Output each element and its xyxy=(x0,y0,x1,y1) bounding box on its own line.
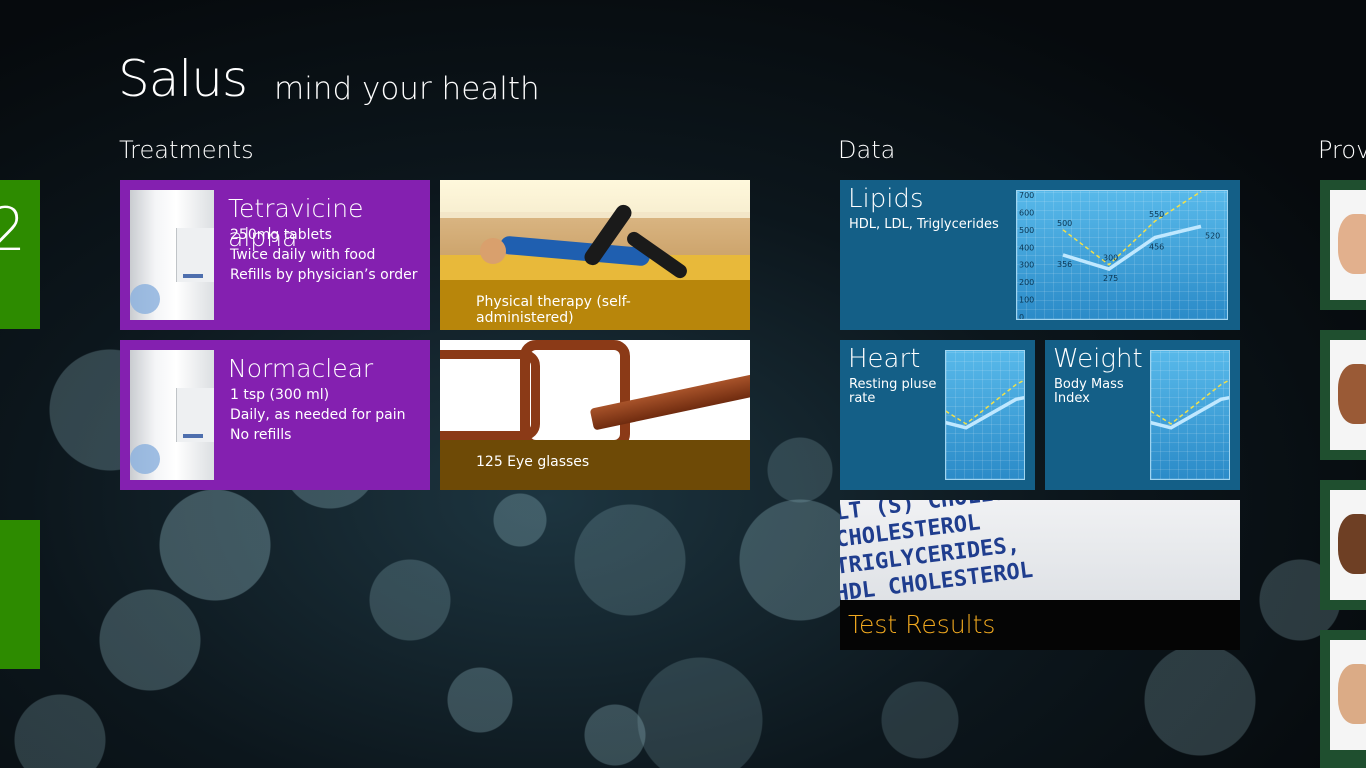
medication-schedule: Twice daily with food xyxy=(230,247,376,263)
medication-refills: No refills xyxy=(230,427,292,443)
eye-glasses-image xyxy=(440,340,750,450)
physical-therapy-caption: Physical therapy (self-administered) xyxy=(440,280,750,330)
provider-tile-3[interactable] xyxy=(1320,480,1366,610)
test-results-image: LT (S) CHOLESTERO CHOLESTEROL TRIGLYCERI… xyxy=(840,500,1240,600)
weight-chart xyxy=(1150,350,1230,480)
y-tick-label: 200 xyxy=(1019,278,1034,287)
medication-schedule: Daily, as needed for pain xyxy=(230,407,406,423)
data-tile-heart[interactable]: Heart Resting pluse rate xyxy=(840,340,1035,490)
y-tick-label: 400 xyxy=(1019,243,1034,252)
series-line-1 xyxy=(1062,224,1202,271)
data-tile-lipids[interactable]: Lipids HDL, LDL, Triglycerides 0 100 200 30… xyxy=(840,180,1240,330)
data-tile-detail: Resting pluse rate xyxy=(849,377,937,406)
y-tick-label: 500 xyxy=(1019,226,1034,235)
provider-photo xyxy=(1330,640,1366,750)
medication-refills: Refills by physician’s order xyxy=(230,267,418,283)
offscreen-tile[interactable]: 2 xyxy=(0,180,40,329)
y-tick-label: 600 xyxy=(1019,208,1034,217)
group-header-data[interactable]: Data xyxy=(838,136,895,164)
provider-photo xyxy=(1330,490,1366,600)
provider-photo xyxy=(1330,340,1366,450)
mini-series-line-1 xyxy=(1151,395,1229,430)
provider-tile-4[interactable] xyxy=(1320,630,1366,768)
data-label: 356 xyxy=(1057,260,1072,269)
y-tick-label: 100 xyxy=(1019,296,1034,305)
medication-dose: 1 tsp (300 ml) xyxy=(230,387,330,403)
medication-name: Normaclear xyxy=(228,354,374,383)
mini-series-line-2 xyxy=(1151,379,1229,425)
app-subtitle: mind your health xyxy=(274,71,540,107)
data-tile-weight[interactable]: Weight Body Mass Index xyxy=(1045,340,1240,490)
data-tile-test-results[interactable]: LT (S) CHOLESTERO CHOLESTEROL TRIGLYCERI… xyxy=(840,500,1240,650)
offscreen-tile-2[interactable] xyxy=(0,520,40,669)
mini-series-line-2 xyxy=(946,379,1024,425)
provider-photo xyxy=(1330,190,1366,300)
data-tile-title: Lipids xyxy=(848,184,924,214)
medication-name: Tetravicine alpha xyxy=(228,194,364,252)
y-tick-label: 300 xyxy=(1019,261,1034,270)
data-label: 275 xyxy=(1103,274,1118,283)
lipids-chart: 0 100 200 300 400 500 600 700 356 275 456 520 500 300… xyxy=(1016,190,1228,320)
medicine-bottle-image xyxy=(130,350,214,480)
y-tick-label: 0 xyxy=(1019,313,1024,320)
group-header-treatments[interactable]: Treatments xyxy=(119,136,254,164)
data-label: 300 xyxy=(1103,254,1118,263)
treatment-tile-physical-therapy[interactable]: Physical therapy (self-administered) xyxy=(440,180,750,330)
data-label: 520 xyxy=(1205,231,1220,240)
physical-therapy-image xyxy=(440,180,750,281)
provider-tile-1[interactable] xyxy=(1320,180,1366,310)
treatment-tile-normaclear[interactable]: Normaclear 1 tsp (300 ml) Daily, as need… xyxy=(120,340,430,490)
offscreen-tile-number: 2 xyxy=(0,195,26,265)
data-label: 456 xyxy=(1149,243,1164,252)
data-tile-detail: HDL, LDL, Triglycerides xyxy=(849,217,999,232)
data-tile-title: Heart xyxy=(848,344,921,374)
medicine-bottle-image xyxy=(130,190,214,320)
data-tile-title: Weight xyxy=(1053,344,1143,374)
eye-glasses-caption: 125 Eye glasses xyxy=(440,440,750,490)
provider-tile-2[interactable] xyxy=(1320,330,1366,460)
test-results-caption: Test Results xyxy=(840,600,1240,650)
data-label: 500 xyxy=(1057,219,1072,228)
data-label: 550 xyxy=(1149,210,1164,219)
medication-dose: 250mg tablets xyxy=(230,227,332,243)
app-title: Salus xyxy=(118,50,248,108)
data-tile-detail: Body Mass Index xyxy=(1054,377,1124,406)
mini-series-line-1 xyxy=(946,395,1024,430)
group-header-providers[interactable]: Prov xyxy=(1318,136,1366,164)
heart-chart xyxy=(945,350,1025,480)
y-tick-label: 700 xyxy=(1019,191,1034,200)
treatment-tile-tetravicine[interactable]: Tetravicine alpha 250mg tablets Twice da… xyxy=(120,180,430,330)
treatment-tile-eye-glasses[interactable]: 125 Eye glasses xyxy=(440,340,750,490)
